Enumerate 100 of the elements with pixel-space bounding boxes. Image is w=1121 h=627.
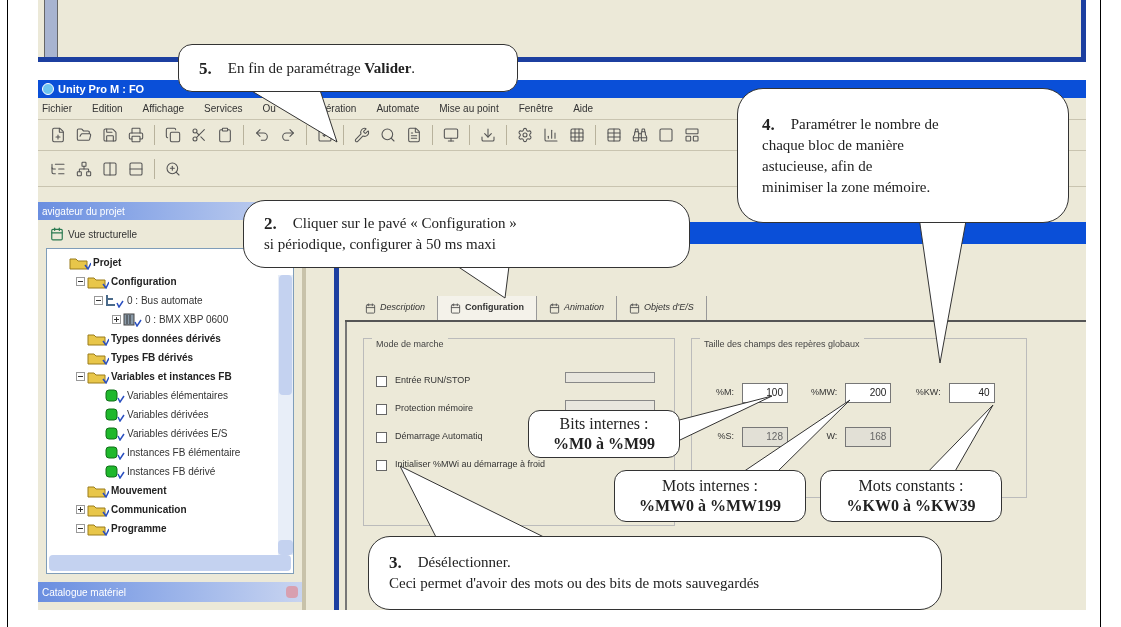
menu-item[interactable]: ération [325,101,357,116]
document-icon[interactable] [406,127,422,143]
input-field[interactable]: 40 [948,383,995,403]
expander-toggle[interactable] [75,372,85,381]
tree-item[interactable]: Instances FB élémentaire [127,445,241,460]
new-file-icon[interactable] [50,127,66,143]
menu-item[interactable]: Edition [92,101,123,116]
tree-item[interactable]: Types FB dérivés [111,350,194,365]
variable-icon [105,464,125,479]
chart-icon[interactable] [543,127,559,143]
variable-icon [105,426,125,441]
step-number: 4. [762,113,775,135]
checkbox-label: Initialiser %MWi au démarrage à froid [395,458,547,472]
scrollbar[interactable] [278,275,293,555]
checkbox[interactable] [376,375,387,387]
open-folder-icon[interactable] [76,127,92,143]
input-field[interactable]: 200 [845,383,892,403]
scrollbar[interactable] [49,555,291,571]
zoom-icon[interactable] [165,160,181,177]
rack-icon [123,312,143,327]
expander-toggle[interactable] [75,505,85,514]
input-field[interactable] [565,372,655,383]
tree-item[interactable]: Configuration [111,274,177,289]
tree-item[interactable]: Variables dérivées [127,407,209,422]
tree-item[interactable]: Communication [111,502,187,517]
checkbox[interactable] [376,431,387,443]
tab-icon [549,302,561,314]
memory-address-range: %KW0 à %KW39 [846,496,976,516]
save-icon[interactable] [102,127,118,143]
tab-icon [450,302,462,314]
folder-icon [87,350,109,365]
tree-item[interactable]: Types données dérivés [111,331,221,346]
monitor-icon[interactable] [443,127,459,143]
input-field[interactable] [565,400,655,411]
callout-text: Paramétrer le nombre de [790,114,939,134]
rows-icon[interactable] [128,160,144,177]
view-label[interactable]: Vue structurelle [68,226,138,242]
scrollbar [44,0,58,57]
copy-icon[interactable] [165,127,181,143]
tab[interactable]: Configuration [438,296,538,320]
checkbox[interactable] [376,403,387,415]
checkbox-label: Protection mémoire [395,402,475,416]
tab[interactable]: Animation [537,296,618,320]
variable-icon [105,388,125,403]
tab-icon [365,302,376,314]
scissors-icon[interactable] [191,127,207,143]
menu-item[interactable]: Services [204,101,243,116]
clipboard-icon[interactable] [217,127,233,143]
menu-item[interactable]: Affichage [142,101,185,116]
undo-icon[interactable] [254,127,270,143]
grid-icon[interactable] [569,127,585,143]
redo-icon[interactable] [280,127,296,143]
expander-toggle[interactable] [75,524,85,533]
network-icon[interactable] [76,160,92,177]
menu-item[interactable]: Ou [262,101,276,116]
folder-icon [87,502,109,517]
menu-item[interactable]: Fichier [42,101,72,116]
expander-toggle[interactable] [93,296,103,305]
search-icon[interactable] [380,127,396,143]
step-number: 2. [264,213,277,234]
tree-item[interactable]: Variables élémentaires [127,388,228,403]
download-icon[interactable] [480,127,496,143]
wrench-icon[interactable] [354,127,370,143]
callout-text: En fin de paramétrage Valider. [227,58,416,78]
callout-text: astucieuse, afin de [762,156,873,176]
callout-text: Cliquer sur le pavé « Configuration » [292,214,517,233]
tree-item[interactable]: Instances FB dérivé [127,464,216,479]
folder-icon [87,274,109,289]
tree-item[interactable]: 0 : Bus automate [127,293,203,308]
menu-item[interactable]: Fenêtre [518,101,554,116]
callout-title: Bits internes : [559,414,649,434]
table-icon[interactable] [606,127,622,143]
tree-item[interactable]: Variables et instances FB [111,369,232,384]
checkbox[interactable] [376,459,387,471]
tree-item[interactable]: Mouvement [111,483,167,498]
expander-toggle[interactable] [111,315,121,324]
binoculars-icon[interactable] [632,127,648,143]
callout-title: Mots internes : [662,476,758,496]
panel-icon[interactable] [684,127,700,143]
folder-icon [87,331,109,346]
tree-item[interactable]: Projet [93,255,122,270]
expander-toggle[interactable] [75,277,85,286]
tree-item[interactable]: Variables dérivées E/S [127,426,228,441]
tab[interactable]: Objets d'E/S [617,296,707,320]
menu-item[interactable]: Mise au point [439,101,499,116]
columns-icon[interactable] [102,160,118,177]
printer-icon[interactable] [128,127,144,143]
folder-icon [87,483,109,498]
callout-text: Désélectionner. [417,553,511,572]
menu-item[interactable]: Automate [376,101,420,116]
step-number: 3. [389,552,402,573]
checkbox-label: Démarrage Automatiq [395,430,484,444]
tree-item[interactable]: 0 : BMX XBP 0600 [145,312,229,327]
tree-item[interactable]: Programme [111,521,167,536]
folder-icon [69,255,91,270]
menu-item[interactable]: Aide [573,101,594,116]
field-label: W: [825,430,838,444]
field-label: %M: [715,386,734,400]
settings-icon[interactable] [517,127,533,143]
input-field[interactable]: 100 [742,383,788,403]
